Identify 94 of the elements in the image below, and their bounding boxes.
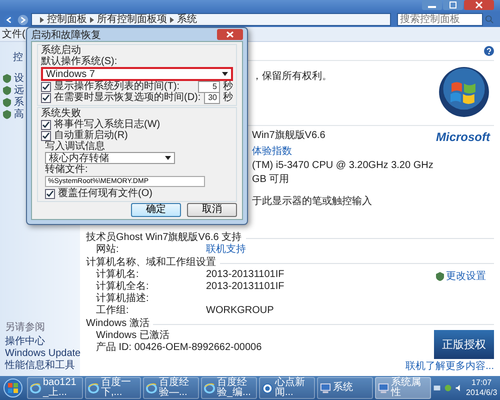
- caret-icon: [165, 156, 171, 160]
- back-icon[interactable]: [3, 14, 15, 26]
- clock-time: 17:07: [472, 378, 492, 388]
- computer-icon: [320, 382, 331, 394]
- browser-icon: [30, 382, 41, 394]
- close-icon[interactable]: [464, 0, 494, 10]
- sidebar-link[interactable]: 性能信息和工具: [5, 360, 75, 371]
- system-info-text: Win7旗舰版V6.6: [252, 130, 326, 143]
- sidebar-link[interactable]: 设: [14, 71, 24, 85]
- minimize-icon[interactable]: [422, 0, 442, 10]
- field-label: 默认操作系统(S):: [41, 56, 118, 67]
- copyright-text: ，保留所有权利。: [252, 70, 332, 83]
- dialog-title: 启动和故障恢复: [31, 28, 101, 42]
- checkbox[interactable]: [41, 82, 51, 92]
- browser-icon: [88, 382, 99, 394]
- unit-label: 秒: [223, 92, 233, 103]
- section-heading: 技术员Ghost Win7旗舰版V6.6 支持: [86, 232, 242, 244]
- breadcrumb[interactable]: 控制面板: [47, 14, 87, 26]
- clock-date: 2014/6/3: [466, 388, 498, 398]
- field-value: WORKGROUP: [206, 305, 274, 317]
- number-spinner[interactable]: 5: [198, 80, 220, 92]
- taskbar-item[interactable]: 百度一下,...: [85, 377, 141, 399]
- field-label: 计算机全名:: [96, 281, 150, 292]
- circle-icon: [262, 382, 273, 394]
- taskbar-item[interactable]: bao121_上...: [27, 377, 83, 399]
- close-icon[interactable]: [217, 29, 243, 40]
- section-heading: 计算机名称、域和工作组设置: [86, 257, 216, 268]
- brand-logo-text: Microsoft: [436, 130, 490, 144]
- field-label: 网站:: [96, 244, 120, 256]
- checkbox[interactable]: [45, 188, 55, 198]
- system-info-text: (TM) i5-3470 CPU @ 3.20GHz 3.20 GHz: [252, 160, 434, 172]
- system-info-text: 于此显示器的笔或触控输入: [252, 196, 372, 208]
- field-label: Windows 已激活: [96, 330, 170, 342]
- debug-dropdown[interactable]: 核心内存转储: [45, 152, 175, 164]
- field-value: 2013-20131101IF: [206, 281, 284, 293]
- sidebar-link[interactable]: 远: [14, 83, 24, 97]
- learn-more-link[interactable]: 联机了解更多内容...: [406, 359, 494, 373]
- section-heading: Windows 激活: [86, 318, 150, 330]
- checkbox-label: 显示操作系统列表的时间(T):: [54, 81, 181, 92]
- chevron-icon: [170, 16, 174, 22]
- forward-icon[interactable]: [17, 14, 29, 26]
- taskbar-item[interactable]: 百度经验—...: [143, 377, 199, 399]
- speaker-icon: [455, 384, 463, 392]
- search-field[interactable]: 搜索控制面板: [397, 13, 483, 26]
- field-label: 计算机名:: [96, 269, 140, 280]
- browser-icon: [204, 382, 215, 394]
- field-label: 写入调试信息: [45, 141, 106, 152]
- breadcrumb[interactable]: 所有控制面板项: [97, 14, 167, 26]
- sidebar-link[interactable]: 控: [13, 52, 23, 63]
- checkbox-label: 将事件写入系统日志(W): [54, 119, 160, 130]
- sidebar-link[interactable]: Windows Update: [5, 348, 81, 359]
- chevron-icon: [90, 16, 94, 22]
- browser-icon: [146, 382, 157, 394]
- group-heading: 系统启动: [41, 45, 81, 56]
- experience-index-link[interactable]: 体验指数: [252, 146, 292, 158]
- system-info-text: GB 可用: [252, 174, 290, 186]
- field-label: 产品 ID: 00426-OEM-8992662-00006: [96, 342, 262, 354]
- computer-icon: [378, 382, 389, 394]
- breadcrumb[interactable]: 系统: [177, 14, 197, 26]
- support-link[interactable]: 联机支持: [206, 244, 246, 256]
- checkbox-label: 在需要时显示恢复选项的时间(D):: [54, 92, 201, 103]
- checkbox[interactable]: [41, 92, 51, 102]
- group-heading: 系统失败: [41, 108, 82, 119]
- os-dropdown[interactable]: Windows 7: [41, 67, 233, 81]
- genuine-badge: 正版授权: [434, 330, 494, 359]
- windows-logo: [438, 66, 490, 118]
- field-label: 转储文件:: [45, 164, 89, 175]
- see-also-heading: 另请参阅: [5, 322, 45, 333]
- taskbar-item[interactable]: 心点新闻...: [259, 377, 315, 399]
- change-settings-link[interactable]: 更改设置: [446, 269, 486, 283]
- start-button[interactable]: [3, 378, 23, 398]
- number-spinner[interactable]: 30: [204, 92, 220, 104]
- field-value: 2013-20131101IF: [206, 269, 284, 281]
- sidebar-link[interactable]: 高: [14, 107, 24, 121]
- caret-icon: [222, 72, 228, 76]
- cancel-button[interactable]: 取消: [187, 203, 237, 217]
- help-icon[interactable]: [484, 46, 494, 56]
- sidebar-link[interactable]: 系: [14, 95, 24, 109]
- address-bar[interactable]: 控制面板 所有控制面板项 系统: [31, 13, 391, 26]
- taskbar-item[interactable]: 系统: [317, 377, 373, 399]
- checkbox[interactable]: [41, 130, 51, 140]
- field-label: 计算机描述:: [96, 293, 150, 305]
- menu-item[interactable]: 文件(: [2, 27, 26, 41]
- field-label: 工作组:: [96, 305, 130, 317]
- chevron-icon: [40, 16, 44, 22]
- maximize-icon[interactable]: [443, 0, 463, 10]
- taskbar-item[interactable]: 百度经验_编...: [201, 377, 257, 399]
- network-icon: [433, 384, 441, 392]
- checkbox[interactable]: [41, 120, 51, 130]
- checkbox-label: 自动重新启动(R): [54, 130, 128, 141]
- unit-label: 秒: [223, 81, 233, 92]
- checkbox-label: 覆盖任何现有文件(O): [58, 188, 152, 199]
- ok-button[interactable]: 确定: [131, 203, 181, 217]
- sidebar-link[interactable]: 操作中心: [5, 336, 45, 347]
